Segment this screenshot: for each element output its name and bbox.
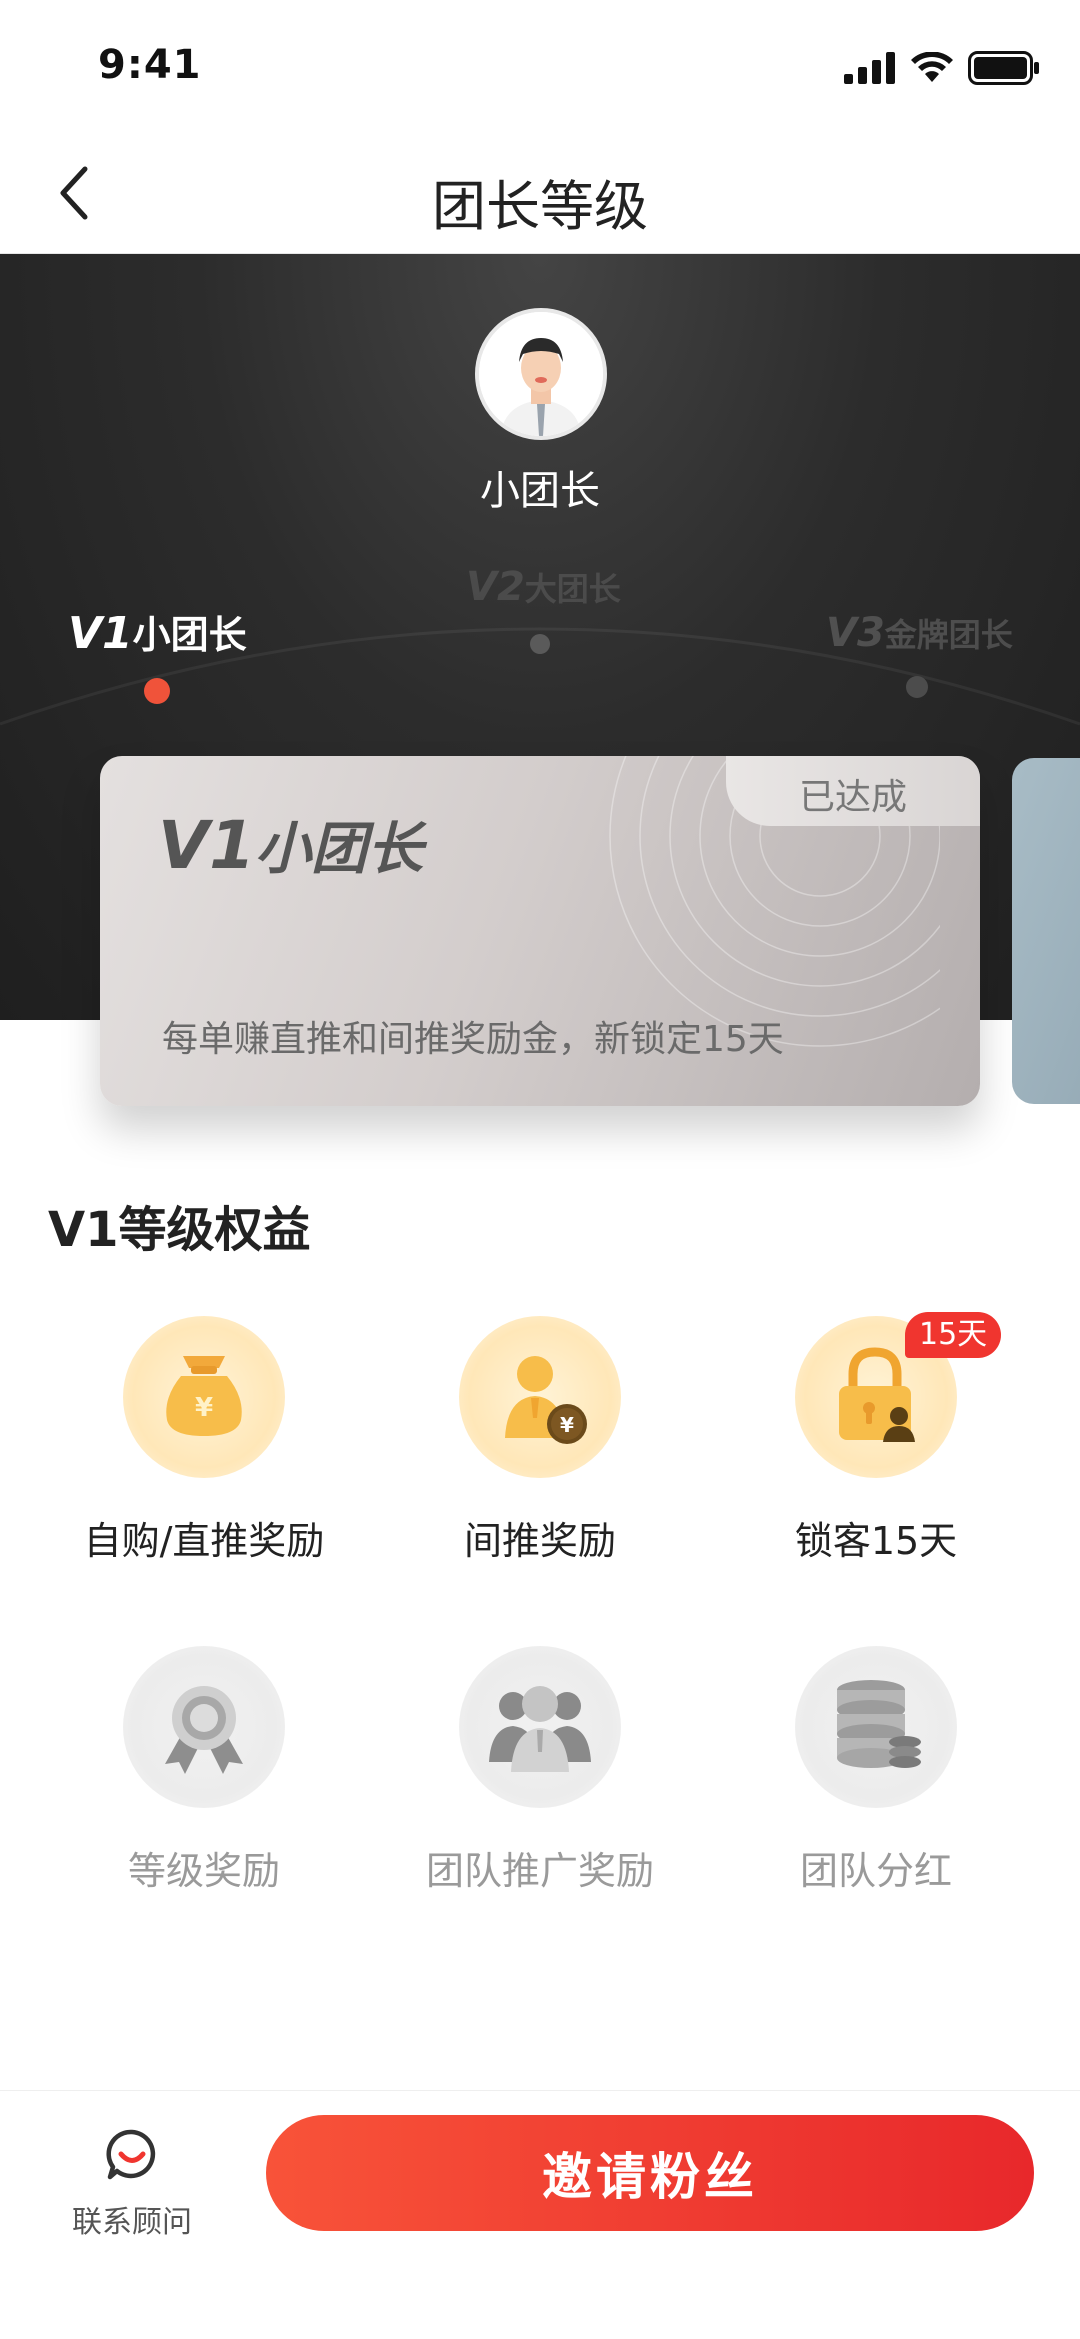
status-bar: 9:41	[0, 0, 1080, 132]
level-v2-dot	[530, 634, 550, 654]
page-title: 团长等级	[432, 175, 648, 238]
level-card[interactable]: 已达成 V1小团长 每单赚直推和间推奖励金，新锁定15天	[100, 756, 980, 1106]
level-v1-dot	[144, 678, 170, 704]
benefit-item-level-reward[interactable]: 等级奖励	[34, 1646, 374, 1895]
card-level-name: 小团长	[255, 817, 424, 882]
benefit-label: 团队推广奖励	[425, 1849, 654, 1893]
level-v3-label[interactable]: V3金牌团长	[826, 610, 1013, 656]
level-v3-name: 金牌团长	[884, 616, 1013, 654]
level-v2-name: 大团长	[524, 570, 621, 608]
benefit-tag-badge: 15天	[905, 1312, 1002, 1358]
invite-fans-button[interactable]: 邀请粉丝	[266, 2115, 1034, 2231]
benefit-label: 等级奖励	[127, 1849, 280, 1893]
benefit-icon-circle	[795, 1646, 957, 1808]
benefit-label: 锁客15天	[794, 1519, 958, 1563]
medal-icon	[165, 1686, 243, 1774]
benefit-icon-circle: 15天	[795, 1312, 1002, 1478]
user-avatar-icon	[479, 312, 603, 436]
avatar[interactable]	[475, 308, 607, 440]
level-v1-code: V1	[68, 608, 133, 659]
level-v1-label[interactable]: V1小团长	[68, 604, 247, 659]
nav-bar: 团长等级	[0, 132, 1080, 254]
benefit-icon-circle: ¥	[459, 1316, 621, 1478]
level-v1-name: 小团长	[132, 613, 247, 657]
card-status-text: 已达成	[798, 777, 907, 818]
benefit-item-team-promotion[interactable]: 团队推广奖励	[370, 1646, 710, 1895]
database-coins-icon	[837, 1680, 921, 1768]
money-bag-icon: ¥	[166, 1356, 242, 1436]
level-v3-code: V3	[826, 610, 885, 656]
benefit-icon-circle	[123, 1646, 285, 1808]
battery-icon	[968, 51, 1039, 85]
benefit-icon-circle: ¥	[123, 1316, 285, 1478]
benefit-label: 团队分红	[799, 1849, 952, 1893]
status-icons	[844, 48, 1040, 88]
benefit-label: 自购/直推奖励	[83, 1519, 325, 1563]
bottom-bar: 联系顾问 邀请粉丝	[0, 2090, 1080, 2339]
benefit-item-indirect[interactable]: ¥ 间推奖励	[370, 1316, 710, 1565]
card-status-badge: 已达成	[726, 756, 980, 826]
svg-text:¥: ¥	[560, 1413, 574, 1437]
team-icon	[489, 1686, 591, 1772]
benefit-label: 间推奖励	[463, 1519, 616, 1563]
svg-text:¥: ¥	[195, 1393, 213, 1423]
wifi-icon	[911, 52, 953, 82]
card-level-code: V1	[158, 807, 256, 884]
level-v2-label[interactable]: V2大团长	[466, 564, 621, 610]
benefits-title: V1等级权益	[48, 1202, 311, 1258]
benefit-item-self-purchase[interactable]: ¥ 自购/直推奖励	[34, 1316, 374, 1565]
avatar-name: 小团长	[480, 468, 600, 514]
level-v2-code: V2	[466, 564, 525, 610]
card-title: V1小团长	[158, 804, 423, 885]
status-time: 9:41	[98, 42, 202, 88]
next-level-card-peek[interactable]	[1012, 758, 1080, 1104]
benefit-icon-circle	[459, 1646, 621, 1808]
signal-icon	[844, 52, 895, 84]
chat-bubble-icon	[106, 2129, 156, 2180]
contact-advisor-button[interactable]: 联系顾问	[62, 2127, 202, 2241]
benefit-item-team-dividend[interactable]: 团队分红	[706, 1646, 1046, 1895]
card-description: 每单赚直推和间推奖励金，新锁定15天	[162, 1019, 784, 1060]
benefit-item-lock-customer[interactable]: 15天 锁客15天	[706, 1312, 1046, 1565]
contact-advisor-label: 联系顾问	[72, 2205, 192, 2240]
level-v3-dot	[906, 676, 928, 698]
person-coin-icon: ¥	[505, 1356, 587, 1444]
